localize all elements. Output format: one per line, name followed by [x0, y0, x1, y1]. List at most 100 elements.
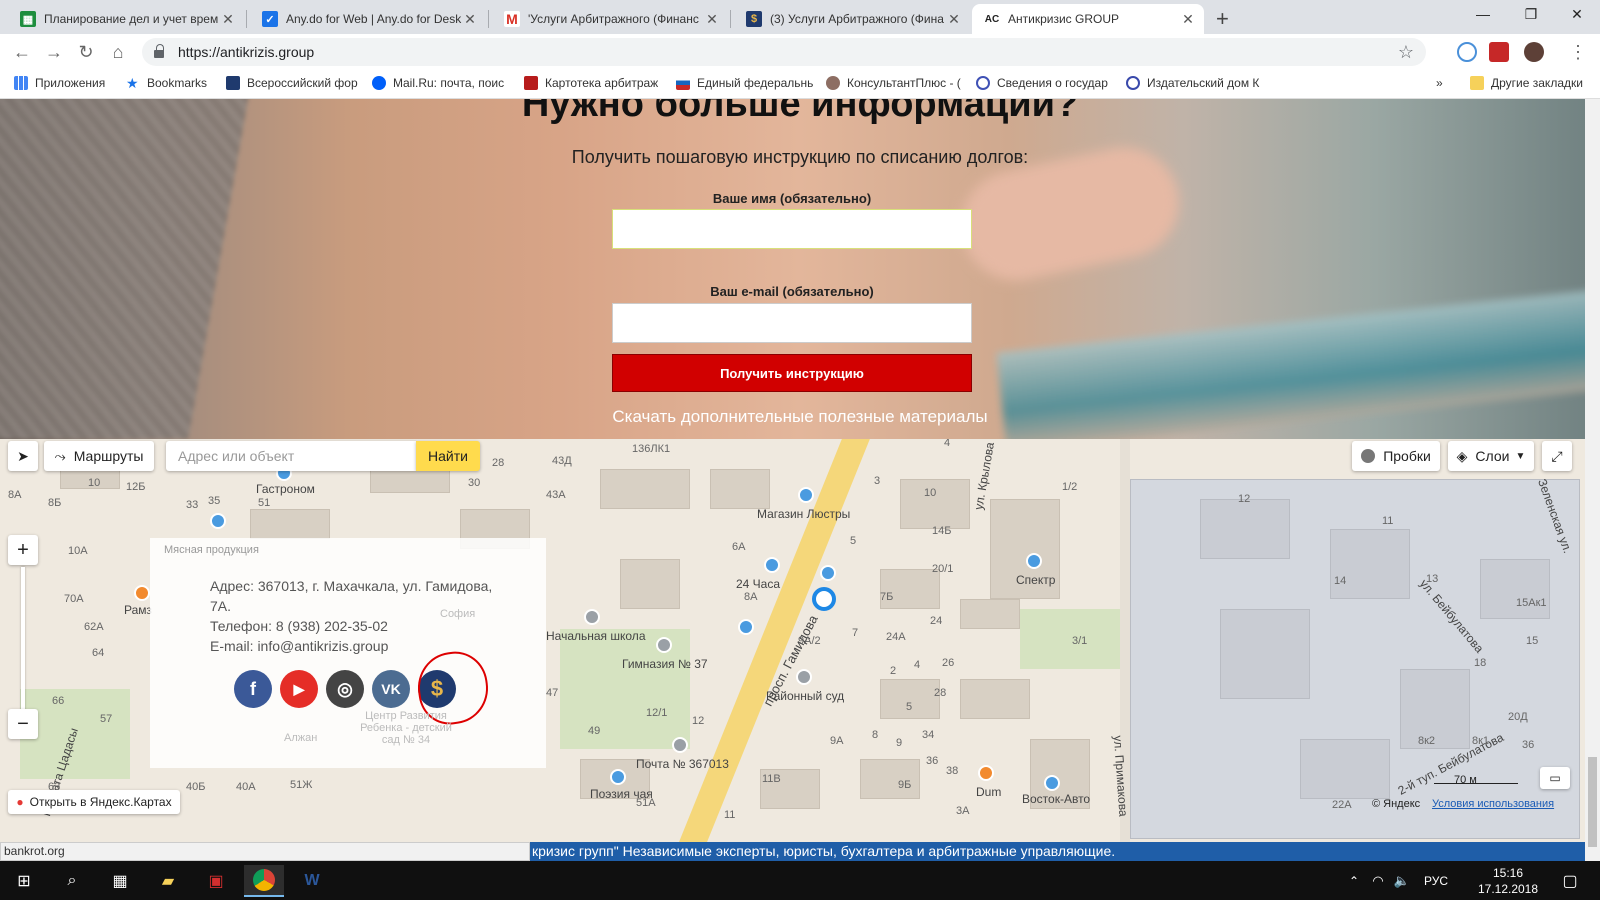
back-icon[interactable]: ← — [10, 40, 34, 64]
find-button[interactable]: Найти — [416, 441, 480, 471]
taskbar-clock[interactable]: 15:16 17.12.2018 — [1470, 865, 1546, 897]
shop-marker-icon[interactable] — [1026, 553, 1042, 569]
forward-icon[interactable]: → — [42, 40, 66, 64]
contact-email[interactable]: E-mail: info@antikrizis.group — [210, 638, 388, 654]
close-tab-icon[interactable]: ✕ — [220, 11, 236, 28]
bookmark-izdatelsky[interactable]: Издательский дом К — [1126, 76, 1286, 90]
contact-phone[interactable]: Телефон: 8 (938) 202-35-02 — [210, 618, 388, 634]
yandex-map[interactable]: Гастроном Магазин Люстры 24 Часа Начальн… — [0, 439, 1585, 842]
court-marker-icon[interactable] — [796, 669, 812, 685]
windows-start-icon[interactable]: ⊞ — [4, 865, 44, 897]
car-marker-icon[interactable] — [1044, 775, 1060, 791]
file-explorer-icon[interactable]: ▰ — [148, 865, 188, 897]
minimize-icon[interactable]: — — [1460, 6, 1506, 22]
zoom-in-button[interactable]: + — [8, 535, 38, 565]
tab-planning[interactable]: ▦ Планирование дел и учет врем ✕ — [8, 4, 244, 34]
page-scrollbar[interactable] — [1585, 99, 1600, 861]
bookmark-mailru[interactable]: Mail.Ru: почта, поис — [372, 76, 514, 90]
close-tab-icon[interactable]: ✕ — [704, 11, 720, 28]
profile-avatar[interactable] — [1524, 42, 1544, 62]
poi-label[interactable]: Гастроном — [256, 482, 315, 496]
close-tab-icon[interactable]: ✕ — [462, 11, 478, 28]
poi-label[interactable]: 24 Часа — [736, 577, 780, 591]
new-tab-button[interactable]: + — [1216, 6, 1229, 32]
shop-marker-icon[interactable] — [820, 565, 836, 581]
house-number: 2 — [890, 665, 897, 677]
other-bookmarks[interactable]: Другие закладки — [1470, 76, 1583, 90]
bookmark-bookmarks[interactable]: ★ Bookmarks — [126, 76, 216, 90]
volume-icon[interactable]: 🔈 — [1390, 865, 1414, 897]
reader-app-icon[interactable]: ▣ — [196, 865, 236, 897]
shop-marker-icon[interactable] — [764, 557, 780, 573]
poi-label[interactable]: Рамз — [124, 603, 152, 617]
bookmark-vserossiyskiy[interactable]: Всероссийский фор — [226, 76, 362, 90]
school-marker-icon[interactable] — [584, 609, 600, 625]
star-icon[interactable]: ☆ — [1398, 42, 1414, 63]
instagram-icon[interactable]: ◎ — [326, 670, 364, 708]
word-icon[interactable]: W — [292, 865, 332, 897]
download-materials-link[interactable]: Скачать дополнительные полезные материал… — [0, 407, 1600, 427]
tab-gmail[interactable]: M 'Услуги Арбитражного (Финанс ✕ — [492, 4, 728, 34]
language-indicator[interactable]: РУС — [1414, 865, 1458, 897]
chrome-icon[interactable] — [244, 865, 284, 897]
facebook-icon[interactable]: f — [234, 670, 272, 708]
notifications-icon[interactable]: ▢ — [1548, 865, 1592, 897]
wifi-icon[interactable]: ◠ — [1366, 865, 1390, 897]
shop-marker-icon[interactable] — [210, 513, 226, 529]
bookmarks-more-button[interactable]: » — [1436, 76, 1443, 90]
poi-label[interactable]: Начальная школа — [546, 629, 646, 643]
close-tab-icon[interactable]: ✕ — [946, 11, 962, 28]
location-pin-icon[interactable] — [812, 587, 836, 611]
layers-button[interactable]: ◈ Слои ▼ — [1448, 441, 1534, 471]
name-input[interactable] — [612, 209, 972, 249]
cafe-marker-icon[interactable] — [134, 585, 150, 601]
tab-arbitrazh[interactable]: $ (3) Услуги Арбитражного (Фина ✕ — [734, 4, 970, 34]
bookmark-apps[interactable]: Приложения — [14, 76, 114, 90]
zoom-slider[interactable] — [21, 567, 25, 717]
close-tab-icon[interactable]: ✕ — [1180, 11, 1196, 28]
vk-icon[interactable]: VK — [372, 670, 410, 708]
map-search-input[interactable]: Адрес или объект — [166, 441, 416, 471]
traffic-button[interactable]: Пробки — [1352, 441, 1440, 471]
bookmark-consultant[interactable]: КонсультантПлюс - ( — [826, 76, 966, 90]
tab-anydo[interactable]: ✓ Any.do for Web | Any.do for Desk ✕ — [250, 4, 486, 34]
shop-marker-icon[interactable] — [610, 769, 626, 785]
bookmark-kartoteka[interactable]: Картотека арбитраж — [524, 76, 664, 90]
routes-button[interactable]: ⤳ Маршруты — [44, 441, 154, 471]
calculator-icon[interactable]: ▦ — [100, 865, 140, 897]
tab-antikrizis[interactable]: AC Антикризис GROUP ✕ — [972, 4, 1204, 34]
search-icon[interactable]: ⌕ — [52, 865, 92, 897]
home-icon[interactable]: ⌂ — [106, 40, 130, 64]
poi-label[interactable]: Dum — [976, 785, 1001, 799]
mail-marker-icon[interactable] — [672, 737, 688, 753]
shop-marker-icon[interactable] — [798, 487, 814, 503]
bookmark-efrsb[interactable]: Единый федеральнь — [676, 76, 816, 90]
close-window-icon[interactable]: ✕ — [1554, 6, 1600, 23]
maximize-icon[interactable]: ❐ — [1508, 6, 1554, 23]
geolocation-icon[interactable]: ➤ — [8, 441, 38, 471]
ruler-icon[interactable]: ▭ — [1540, 767, 1570, 789]
poi-label[interactable]: Почта № 367013 — [636, 757, 729, 771]
fullscreen-icon[interactable]: ⤢ — [1542, 441, 1572, 471]
address-bar[interactable]: https://antikrizis.group ☆ — [142, 38, 1426, 66]
youtube-icon[interactable]: ▶ — [280, 670, 318, 708]
poi-label[interactable]: Восток-Авто — [1022, 792, 1090, 806]
cafe-marker-icon[interactable] — [978, 765, 994, 781]
bookmark-svedeniya[interactable]: Сведения о государ — [976, 76, 1114, 90]
get-instruction-button[interactable]: Получить инструкцию — [612, 354, 972, 392]
tray-chevron-icon[interactable]: ⌃ — [1342, 865, 1366, 897]
reload-icon[interactable]: ↻ — [74, 40, 98, 64]
terms-link[interactable]: Условия использования — [1432, 798, 1554, 810]
poi-label[interactable]: Магазин Люстры — [757, 507, 850, 521]
poi-label[interactable]: Спектр — [1016, 573, 1055, 587]
scrollbar-thumb[interactable] — [1588, 757, 1597, 847]
poi-label[interactable]: Гимназия № 37 — [622, 657, 708, 671]
menu-icon[interactable]: ⋮ — [1566, 40, 1590, 64]
zoom-out-button[interactable]: − — [8, 709, 38, 739]
school-marker-icon[interactable] — [656, 637, 672, 653]
shop-marker-icon[interactable] — [738, 619, 754, 635]
sync-extension-icon[interactable] — [1457, 42, 1477, 62]
email-input[interactable] — [612, 303, 972, 343]
shield-extension-icon[interactable] — [1489, 42, 1509, 62]
open-yandex-maps-button[interactable]: ● Открыть в Яндекс.Картах — [8, 790, 180, 814]
